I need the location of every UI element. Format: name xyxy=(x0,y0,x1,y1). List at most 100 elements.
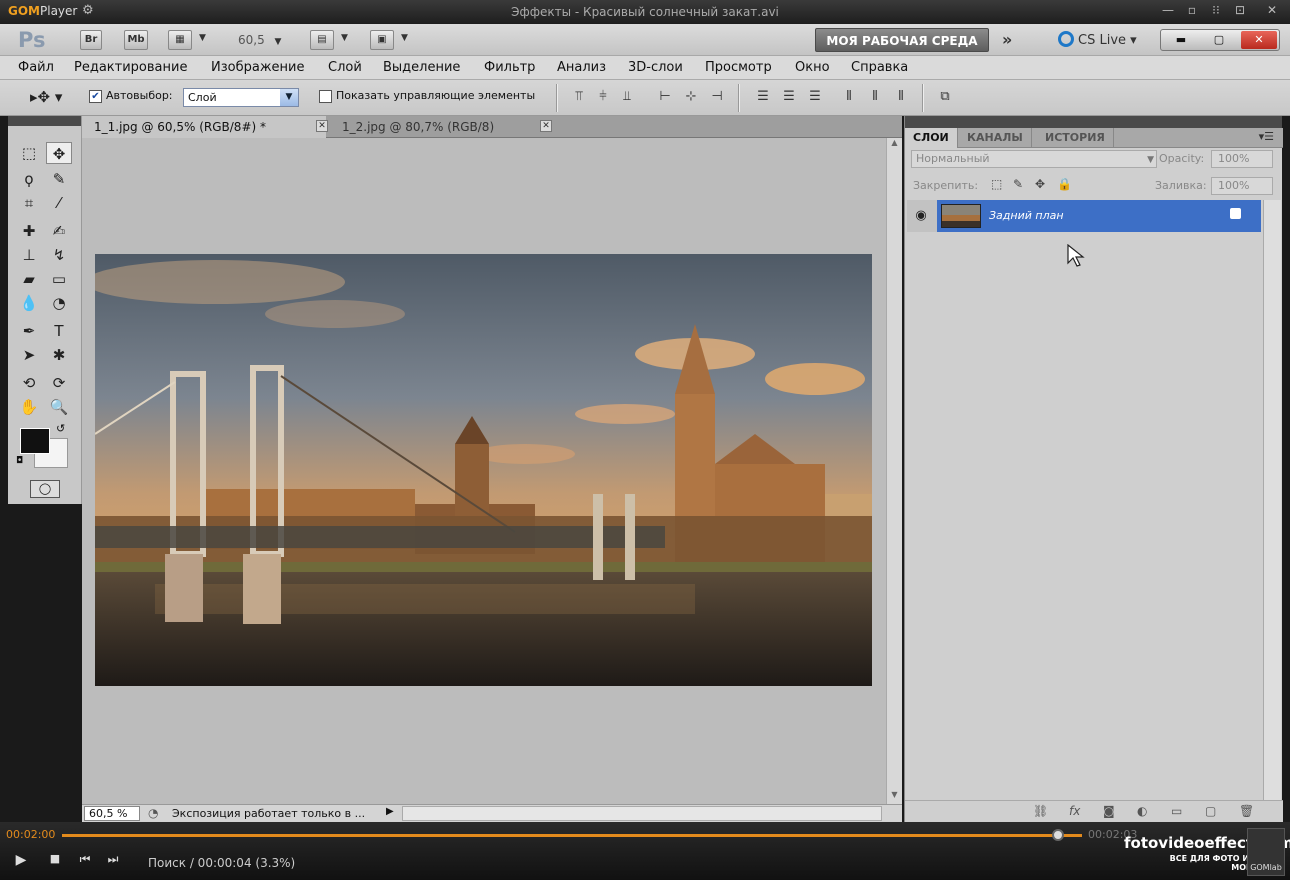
move-tool-icon[interactable]: ✥ xyxy=(46,142,72,164)
close-icon[interactable]: ✕ xyxy=(1241,31,1277,49)
layer-row[interactable]: ◉ Задний план xyxy=(907,200,1261,232)
eye-icon[interactable]: ◉ xyxy=(907,200,935,232)
lock-transparency-icon[interactable]: ⬚ xyxy=(991,177,1002,191)
history-brush-tool-icon[interactable]: ↯ xyxy=(46,244,72,266)
foreground-color-swatch[interactable] xyxy=(20,428,50,454)
distribute-vcenter-icon[interactable]: ☰ xyxy=(780,89,798,105)
healing-brush-tool-icon[interactable]: ✚ xyxy=(16,220,42,242)
menu-image[interactable]: Изображение xyxy=(211,60,304,75)
bridge-button[interactable]: Br xyxy=(80,30,102,50)
swap-colors-icon[interactable]: ↺ xyxy=(56,422,65,435)
minimize-icon[interactable]: — xyxy=(1158,3,1178,19)
tab-channels[interactable]: КАНАЛЫ xyxy=(959,128,1032,148)
chevron-down-icon[interactable]: ▼ xyxy=(199,33,206,43)
stop-icon[interactable]: ■ xyxy=(44,852,66,872)
trash-icon[interactable]: 🗑 xyxy=(1239,804,1254,818)
minimize-icon[interactable]: ▬ xyxy=(1163,31,1199,49)
dodge-tool-icon[interactable]: ◔ xyxy=(46,292,72,314)
chevron-down-icon[interactable]: ▼ xyxy=(401,33,408,43)
close-icon[interactable]: ✕ xyxy=(1262,3,1282,19)
layer-style-icon[interactable]: fx xyxy=(1069,804,1080,818)
gomlab-button[interactable]: GOMlab xyxy=(1247,828,1285,876)
eraser-tool-icon[interactable]: ▰ xyxy=(16,268,42,290)
hand-tool-icon[interactable]: ✋ xyxy=(16,396,42,418)
menu-help[interactable]: Справка xyxy=(851,60,908,75)
move-tool-preset-icon[interactable]: ▸✥ ▾ xyxy=(30,88,62,106)
menu-layer[interactable]: Слой xyxy=(328,60,362,75)
menu-analysis[interactable]: Анализ xyxy=(557,60,606,75)
distribute-bottom-icon[interactable]: ☰ xyxy=(806,89,824,105)
default-colors-icon[interactable]: ◘ xyxy=(16,456,23,466)
3d-rotate-tool-icon[interactable]: ⟲ xyxy=(16,372,42,394)
clone-stamp-tool-icon[interactable]: ⊥ xyxy=(16,244,42,266)
adjustment-layer-icon[interactable]: ◐ xyxy=(1137,804,1147,818)
screen-mode-button[interactable]: ▣ xyxy=(370,30,394,50)
menu-filter[interactable]: Фильтр xyxy=(484,60,535,75)
auto-align-layers-icon[interactable]: ⧉ xyxy=(936,89,954,105)
new-group-icon[interactable]: ▭ xyxy=(1171,804,1182,818)
zoom-tool-icon[interactable]: 🔍 xyxy=(46,396,72,418)
canvas-horizontal-scrollbar[interactable] xyxy=(402,806,882,821)
shape-tool-icon[interactable]: ✱ xyxy=(46,344,72,366)
view-extras-button[interactable]: ▦ xyxy=(168,30,192,50)
show-transform-controls-checkbox[interactable] xyxy=(319,90,332,103)
status-menu-arrow-icon[interactable]: ▶ xyxy=(386,806,394,817)
pen-tool-icon[interactable]: ✒ xyxy=(16,320,42,342)
link-layers-icon[interactable]: ⛓ xyxy=(1033,804,1048,818)
autoselect-target-select[interactable]: Слой ▼ xyxy=(183,88,299,107)
gradient-tool-icon[interactable]: ▭ xyxy=(46,268,72,290)
close-icon[interactable]: ✕ xyxy=(540,120,552,132)
add-mask-icon[interactable]: ◙ xyxy=(1103,804,1115,818)
workspace-button[interactable]: МОЯ РАБОЧАЯ СРЕДА xyxy=(815,28,989,52)
quick-mask-button[interactable]: ◯ xyxy=(30,480,60,498)
layer-item-background[interactable]: Задний план xyxy=(937,200,1261,232)
tab-document-2[interactable]: 1_2.jpg @ 80,7% (RGB/8) xyxy=(330,116,550,138)
document-image[interactable] xyxy=(95,254,872,686)
seek-bar[interactable] xyxy=(62,834,1082,837)
play-icon[interactable]: ▶ xyxy=(10,852,32,872)
panel-menu-icon[interactable]: ▾☰ xyxy=(1259,130,1274,143)
cs-live-button[interactable]: CS Live ▾ xyxy=(1058,31,1137,48)
more-workspaces-icon[interactable]: » xyxy=(1002,30,1012,49)
tab-history[interactable]: ИСТОРИЯ xyxy=(1037,128,1114,148)
panel-header[interactable] xyxy=(905,116,1282,128)
path-selection-tool-icon[interactable]: ➤ xyxy=(16,344,42,366)
maximize-icon[interactable]: ▢ xyxy=(1201,31,1237,49)
canvas-vertical-scrollbar[interactable]: ▲ ▼ xyxy=(886,138,902,804)
previous-icon[interactable]: ⏮ xyxy=(74,852,96,872)
close-icon[interactable]: ✕ xyxy=(316,120,328,132)
autoselect-checkbox[interactable]: ✔ xyxy=(89,90,102,103)
distribute-right-icon[interactable]: ⦀ xyxy=(892,89,910,105)
toolbox-header[interactable] xyxy=(8,116,81,126)
quick-selection-tool-icon[interactable]: ✎ xyxy=(46,168,72,190)
layers-scrollbar[interactable] xyxy=(1263,200,1281,800)
menu-3d[interactable]: 3D-слои xyxy=(628,60,683,75)
zoom-level-select[interactable]: 60,5 ▼ xyxy=(238,33,281,47)
distribute-left-icon[interactable]: ⦀ xyxy=(840,89,858,105)
menu-view[interactable]: Просмотр xyxy=(705,60,772,75)
eyedropper-tool-icon[interactable]: ⁄ xyxy=(46,192,72,214)
type-tool-icon[interactable]: T xyxy=(46,320,72,342)
zoom-field[interactable]: 60,5 % xyxy=(84,806,140,821)
align-vcenter-icon[interactable]: ⫩ xyxy=(594,89,612,105)
restore-icon[interactable]: ▫ xyxy=(1182,3,1202,19)
compact-icon[interactable]: ⊡ xyxy=(1230,3,1250,19)
menu-edit[interactable]: Редактирование xyxy=(74,60,187,75)
info-icon[interactable]: ◔ xyxy=(148,806,158,820)
brush-tool-icon[interactable]: ✍ xyxy=(46,220,72,242)
lock-all-icon[interactable]: 🔒 xyxy=(1057,177,1072,191)
distribute-hcenter-icon[interactable]: ⦀ xyxy=(866,89,884,105)
blend-mode-select[interactable]: Нормальный ▼ xyxy=(911,150,1157,168)
blur-tool-icon[interactable]: 💧 xyxy=(16,292,42,314)
tab-document-1[interactable]: 1_1.jpg @ 60,5% (RGB/8#) * xyxy=(82,116,326,138)
chevron-down-icon[interactable]: ▼ xyxy=(341,33,348,43)
menu-window[interactable]: Окно xyxy=(795,60,830,75)
menu-select[interactable]: Выделение xyxy=(383,60,460,75)
lasso-tool-icon[interactable]: ϙ xyxy=(16,168,42,190)
align-bottom-icon[interactable]: ⫫ xyxy=(618,89,636,105)
align-top-icon[interactable]: ⫪ xyxy=(570,89,588,105)
tab-layers[interactable]: СЛОИ xyxy=(905,128,958,148)
lock-position-icon[interactable]: ✥ xyxy=(1035,177,1045,191)
arrange-documents-button[interactable]: ▤ xyxy=(310,30,334,50)
align-right-icon[interactable]: ⊣ xyxy=(708,89,726,105)
